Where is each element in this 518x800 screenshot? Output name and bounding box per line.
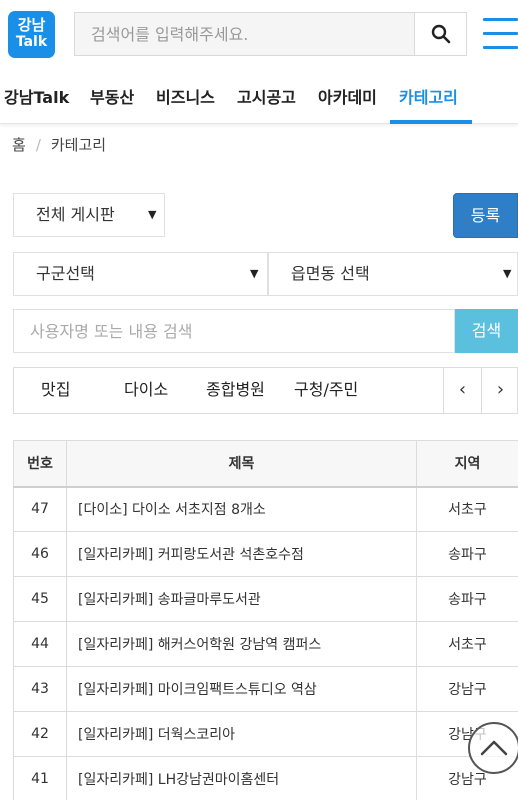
chevron-left-icon[interactable]: ‹ <box>443 368 481 413</box>
row-title-link[interactable]: [일자리카페] 해커스어학원 강남역 캠퍼스 <box>66 621 417 667</box>
row-region: 서초구 <box>416 621 518 667</box>
category-tab-restaurants[interactable]: 맛집 <box>41 368 70 413</box>
board-select-value: 전체 게시판 <box>36 205 115 224</box>
nav-item-category[interactable]: 카테고리 <box>399 76 458 122</box>
logo[interactable]: 강남 Talk <box>8 11 55 58</box>
row-region: 송파구 <box>416 576 518 622</box>
category-tabs: 맛집 다이소 종합병원 구청/주민 ‹ › <box>13 367 518 414</box>
posts-table: 번호 제목 지역 47 [다이소] 다이소 서초지점 8개소 서초구 46 [일… <box>13 440 518 800</box>
scroll-top-button[interactable] <box>468 722 518 774</box>
nav-item-gangnamtalk[interactable]: 강남Talk <box>4 76 69 122</box>
breadcrumb-separator: / <box>35 136 41 154</box>
search-icon <box>431 24 450 44</box>
logo-line2: Talk <box>15 34 48 50</box>
hamburger-menu-icon[interactable] <box>483 18 518 50</box>
dong-select-value: 읍면동 선택 <box>291 264 370 283</box>
row-number: 45 <box>13 576 67 622</box>
row-number: 44 <box>13 621 67 667</box>
caret-down-icon: ▼ <box>148 208 157 221</box>
register-button[interactable]: 등록 <box>453 193 518 238</box>
district-select-value: 구군선택 <box>36 264 95 283</box>
row-number: 42 <box>13 711 67 757</box>
search-button[interactable] <box>414 13 466 55</box>
row-number: 43 <box>13 666 67 712</box>
chevron-up-icon <box>480 740 508 756</box>
nav-item-academy[interactable]: 아카데미 <box>318 76 377 122</box>
board-select[interactable]: 전체 게시판 ▼ <box>13 193 165 237</box>
table-row[interactable]: 42 [일자리카페] 더웍스코리아 강남구 <box>13 711 518 757</box>
table-row[interactable]: 44 [일자리카페] 해커스어학원 강남역 캠퍼스 서초구 <box>13 621 518 667</box>
row-region: 강남구 <box>416 666 518 712</box>
nav-item-business[interactable]: 비즈니스 <box>156 76 215 122</box>
column-header-region: 지역 <box>416 440 518 488</box>
search-bar <box>74 12 467 56</box>
nav-active-indicator <box>390 120 472 124</box>
nav-item-real-estate[interactable]: 부동산 <box>90 76 134 122</box>
user-search-input[interactable] <box>13 309 455 353</box>
logo-line1: 강남 <box>17 16 46 34</box>
table-row[interactable]: 46 [일자리카페] 커피랑도서관 석촌호수점 송파구 <box>13 531 518 577</box>
row-number: 46 <box>13 531 67 577</box>
breadcrumb-current: 카테고리 <box>50 136 107 154</box>
row-number: 47 <box>13 486 67 532</box>
main-nav: 강남Talk 부동산 비즈니스 고시공고 아카데미 카테고리 <box>0 76 518 124</box>
district-select[interactable]: 구군선택 ▼ <box>13 252 268 296</box>
category-tab-district-office[interactable]: 구청/주민 <box>294 368 358 413</box>
row-region: 서초구 <box>416 486 518 532</box>
breadcrumb: 홈 / 카테고리 <box>12 134 106 155</box>
row-region: 송파구 <box>416 531 518 577</box>
search-input[interactable] <box>75 13 415 55</box>
table-header-row: 번호 제목 지역 <box>13 440 518 488</box>
row-title-link[interactable]: [일자리카페] 커피랑도서관 석촌호수점 <box>66 531 417 577</box>
row-number: 41 <box>13 756 67 800</box>
table-row[interactable]: 41 [일자리카페] LH강남권마이홈센터 강남구 <box>13 756 518 800</box>
chevron-right-icon[interactable]: › <box>481 368 518 413</box>
table-row[interactable]: 45 [일자리카페] 송파글마루도서관 송파구 <box>13 576 518 622</box>
row-title-link[interactable]: [일자리카페] 송파글마루도서관 <box>66 576 417 622</box>
nav-item-notices[interactable]: 고시공고 <box>237 76 296 122</box>
breadcrumb-home[interactable]: 홈 <box>12 136 26 154</box>
column-header-title: 제목 <box>66 440 417 488</box>
dong-select[interactable]: 읍면동 선택 ▼ <box>268 252 518 296</box>
header: 강남 Talk <box>0 0 518 70</box>
table-row[interactable]: 43 [일자리카페] 마이크임팩트스튜디오 역삼 강남구 <box>13 666 518 712</box>
row-title-link[interactable]: [일자리카페] LH강남권마이홈센터 <box>66 756 417 800</box>
caret-down-icon: ▼ <box>250 267 259 280</box>
row-title-link[interactable]: [일자리카페] 마이크임팩트스튜디오 역삼 <box>66 666 417 712</box>
table-row[interactable]: 47 [다이소] 다이소 서초지점 8개소 서초구 <box>13 486 518 532</box>
row-title-link[interactable]: [다이소] 다이소 서초지점 8개소 <box>66 486 417 532</box>
category-tab-hospital[interactable]: 종합병원 <box>206 368 265 413</box>
column-header-number: 번호 <box>13 440 67 488</box>
row-title-link[interactable]: [일자리카페] 더웍스코리아 <box>66 711 417 757</box>
category-tab-daiso[interactable]: 다이소 <box>124 368 168 413</box>
caret-down-icon: ▼ <box>503 267 512 280</box>
search-submit-button[interactable]: 검색 <box>455 309 518 353</box>
